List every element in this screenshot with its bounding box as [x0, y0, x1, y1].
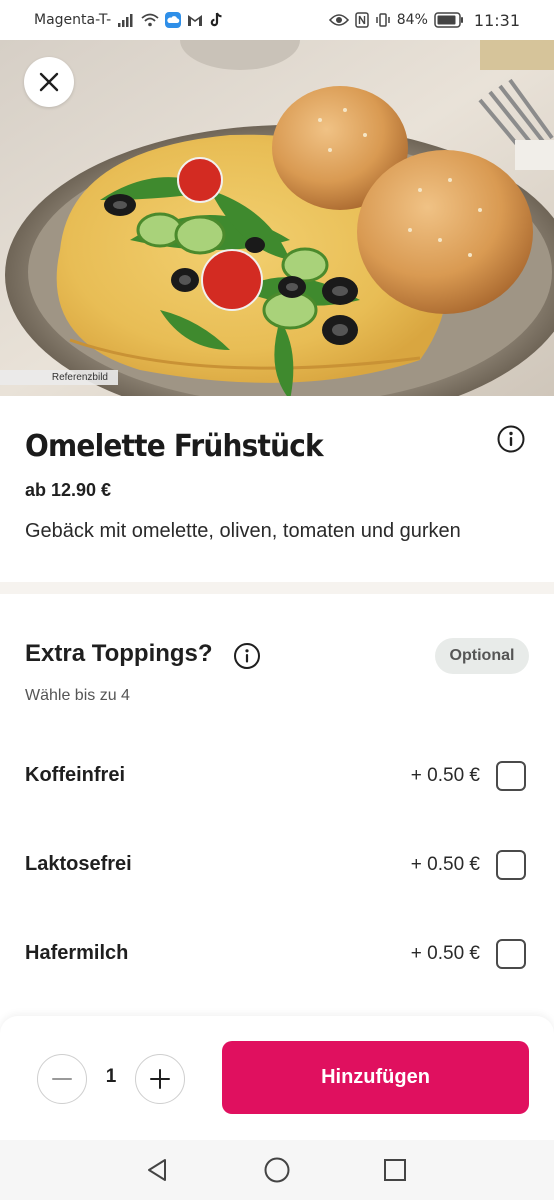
gmail-icon	[187, 13, 203, 27]
minus-icon	[52, 1078, 72, 1080]
toppings-subtitle: Wähle bis zu 4	[25, 687, 130, 704]
carrier-name: Magenta-T-	[34, 12, 112, 28]
close-button[interactable]	[24, 57, 74, 107]
cloud-app-icon	[165, 12, 182, 28]
plus-icon	[150, 1069, 170, 1089]
system-nav-bar	[0, 1140, 554, 1200]
status-bar: Magenta-T- 84% 11:31	[0, 0, 554, 40]
product-info-button[interactable]	[496, 424, 526, 454]
nav-back-button[interactable]	[144, 1156, 172, 1184]
option-name: Laktosefrei	[25, 853, 132, 875]
home-icon	[264, 1157, 290, 1183]
topping-option-koffeinfrei[interactable]: Koffeinfrei + 0.50 €	[0, 746, 554, 806]
hero-image: Referenzbild	[0, 40, 554, 396]
option-name: Koffeinfrei	[25, 764, 125, 786]
nfc-icon	[355, 12, 369, 28]
option-name: Hafermilch	[25, 942, 129, 964]
option-checkbox[interactable]	[496, 939, 526, 969]
omelette-photo	[0, 40, 554, 396]
product-title: Omelette Frühstück	[25, 428, 324, 464]
section-divider	[0, 582, 554, 594]
battery-icon	[434, 12, 464, 28]
close-icon	[39, 72, 59, 92]
battery-percent: 84%	[396, 12, 428, 28]
info-icon	[234, 643, 260, 669]
product-details: Omelette Frühstück ab 12.90 € Gebäck mit…	[0, 396, 554, 582]
toppings-info-button[interactable]	[233, 642, 261, 670]
topping-option-hafermilch[interactable]: Hafermilch + 0.50 €	[0, 924, 554, 984]
toppings-title: Extra Toppings?	[25, 640, 213, 667]
eye-icon	[328, 13, 349, 27]
quantity-value: 1	[105, 1066, 117, 1087]
add-to-cart-button[interactable]: Hinzufügen	[222, 1041, 529, 1114]
nav-home-button[interactable]	[263, 1156, 291, 1184]
status-right: 84% 11:31	[328, 10, 520, 30]
clock: 11:31	[473, 10, 520, 30]
signal-icon	[117, 13, 135, 27]
recents-icon	[384, 1159, 406, 1181]
decrease-quantity-button[interactable]	[37, 1054, 87, 1104]
tiktok-icon	[209, 12, 223, 28]
status-left: Magenta-T-	[34, 12, 223, 28]
topping-option-laktosefrei[interactable]: Laktosefrei + 0.50 €	[0, 835, 554, 895]
option-price: + 0.50 €	[410, 854, 480, 875]
nav-recents-button[interactable]	[381, 1156, 409, 1184]
reference-image-label: Referenzbild	[0, 370, 118, 385]
option-price: + 0.50 €	[410, 765, 480, 786]
option-checkbox[interactable]	[496, 761, 526, 791]
wifi-icon	[141, 13, 159, 27]
info-icon	[497, 425, 525, 453]
back-icon	[148, 1159, 166, 1181]
option-price: + 0.50 €	[410, 943, 480, 964]
increase-quantity-button[interactable]	[135, 1054, 185, 1104]
product-price: ab 12.90 €	[25, 480, 112, 500]
option-checkbox[interactable]	[496, 850, 526, 880]
optional-badge: Optional	[435, 638, 529, 674]
product-description: Gebäck mit omelette, oliven, tomaten und…	[25, 520, 461, 542]
vibrate-icon	[375, 12, 391, 28]
add-to-cart-bar: 1 Hinzufügen	[0, 1016, 554, 1140]
